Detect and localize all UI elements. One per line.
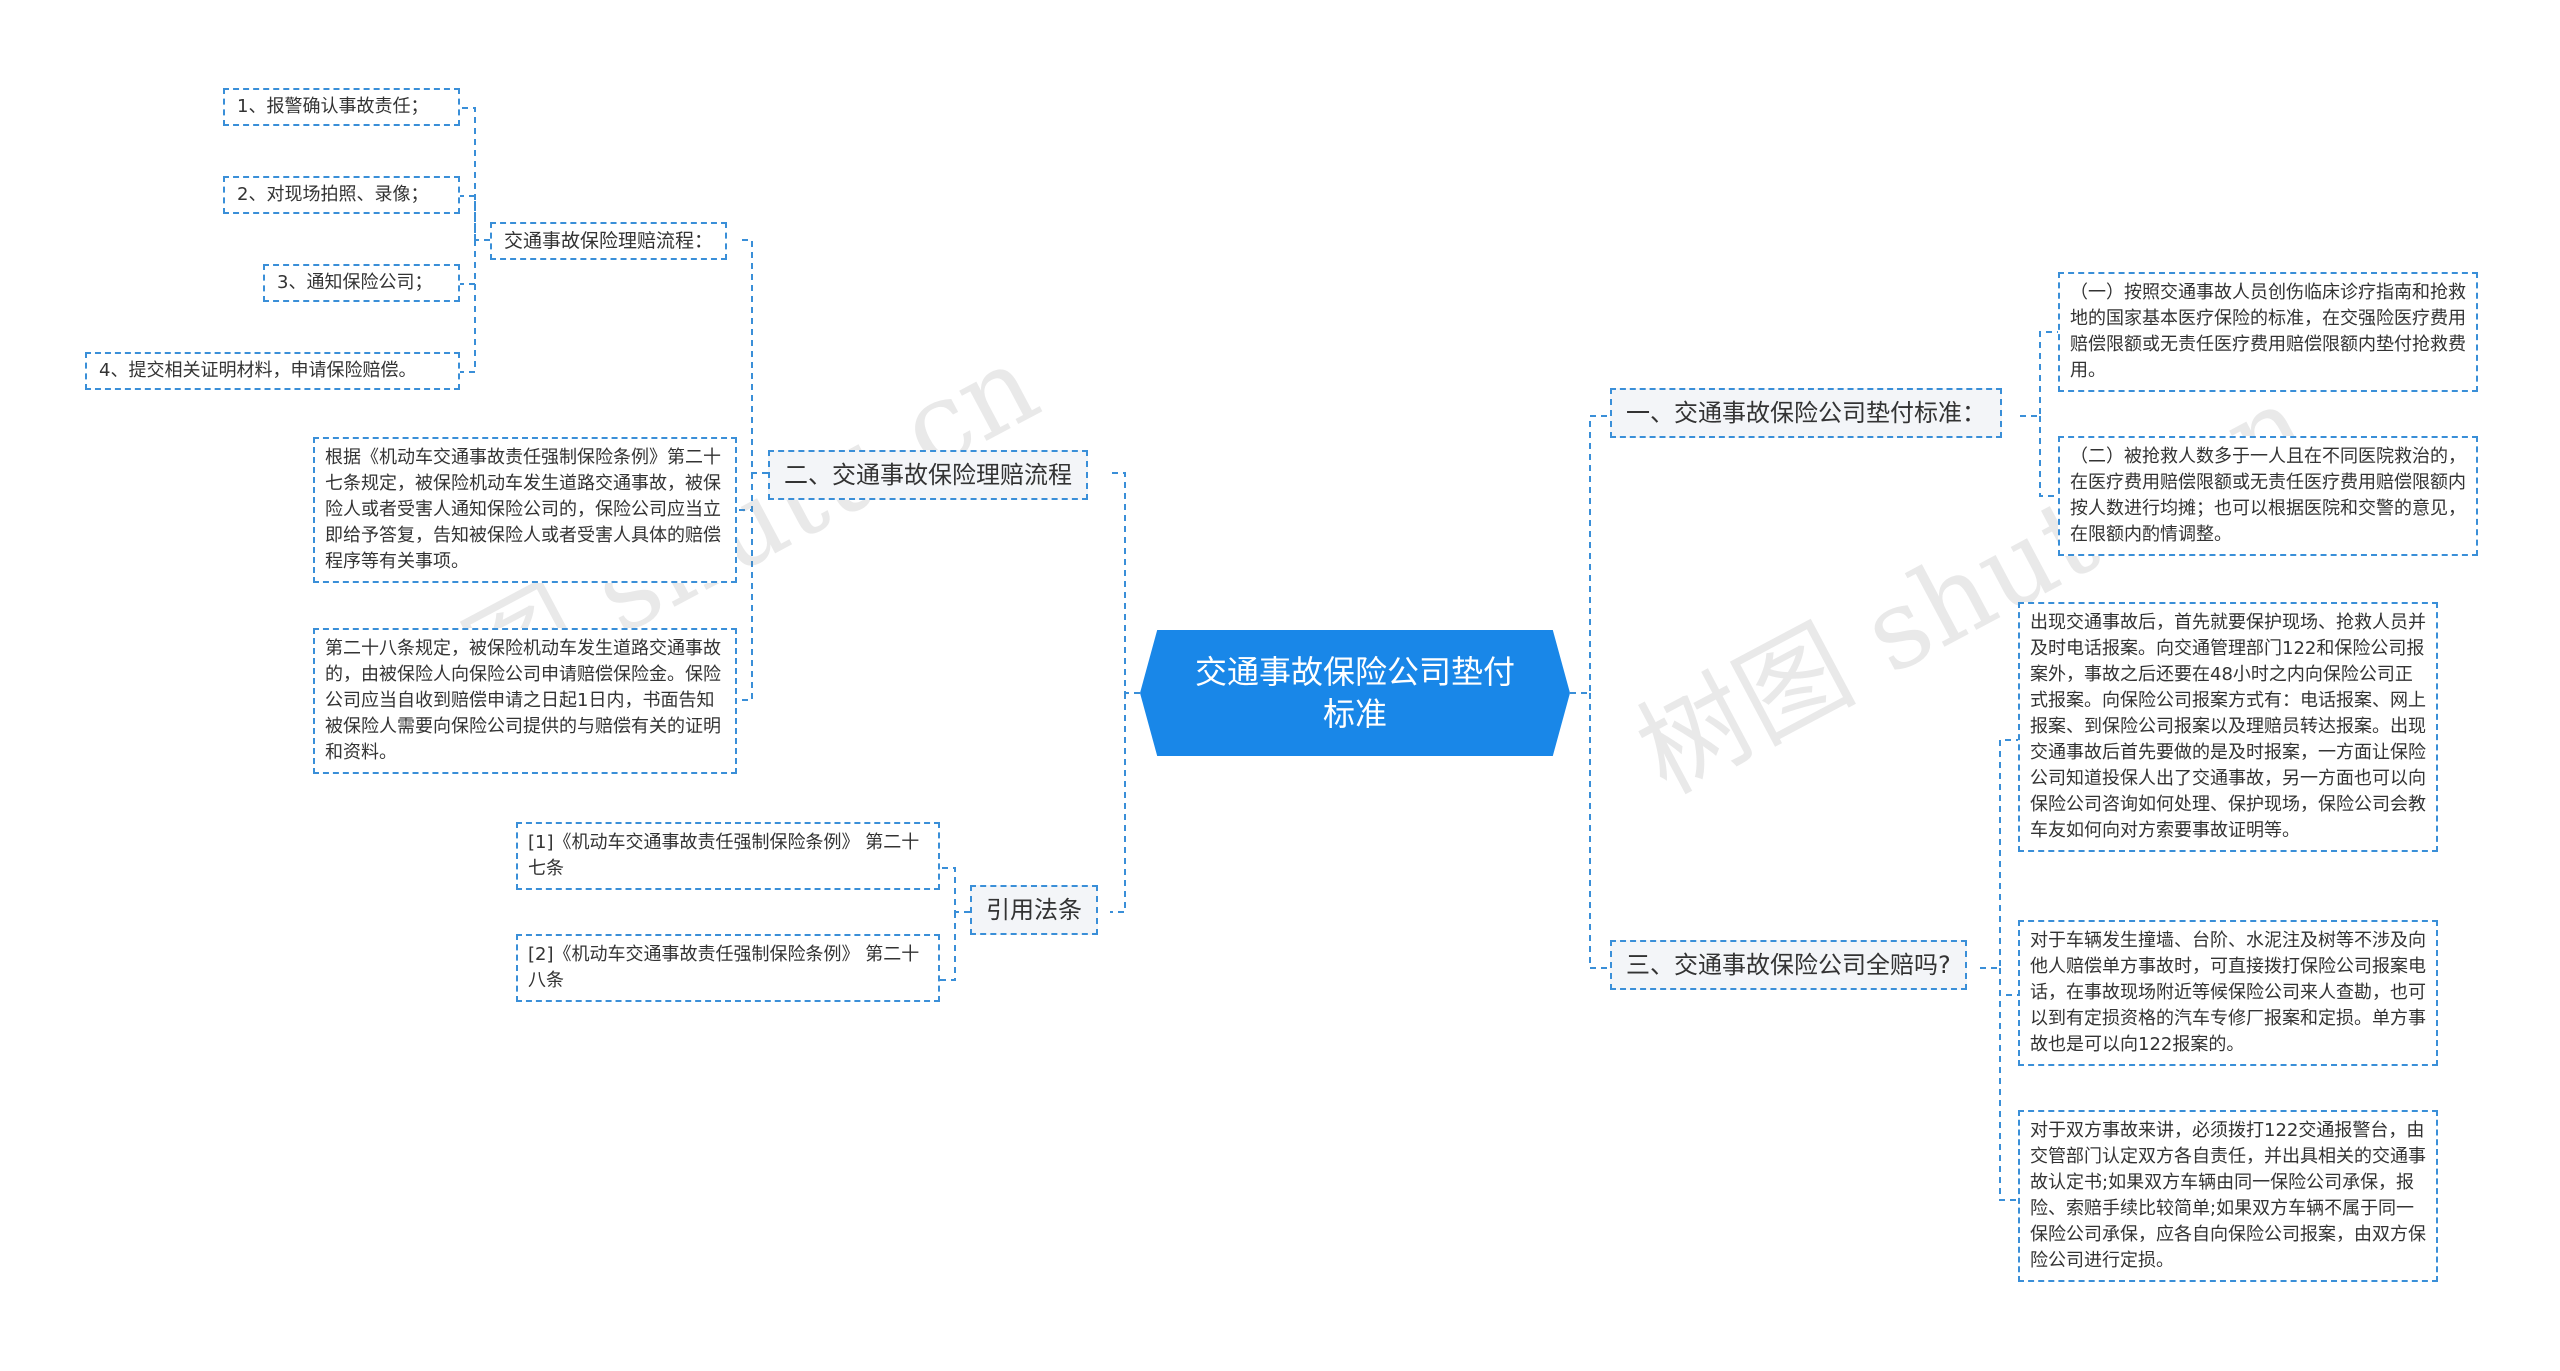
branch-full-compensation-label: 三、交通事故保险公司全赔吗? — [1626, 951, 1951, 979]
mindmap-canvas: 树图 shutu.cn 树图 shutu.cn 交通事故保险公司垫付标准 二、交… — [0, 0, 2560, 1371]
branch-full-compensation[interactable]: 三、交通事故保险公司全赔吗? — [1610, 940, 1967, 990]
step-item[interactable]: 2、对现场拍照、录像； — [223, 176, 460, 214]
regulation-paragraph-text: 根据《机动车交通事故责任强制保险条例》第二十七条规定，被保险机动车发生道路交通事… — [325, 447, 721, 572]
advance-standard-item[interactable]: （一）按照交通事故人员创伤临床诊疗指南和抢救地的国家基本医疗保险的标准，在交强险… — [2058, 272, 2478, 392]
step-item-text: 1、报警确认事故责任； — [237, 96, 429, 117]
advance-standard-item[interactable]: （二）被抢救人数多于一人且在不同医院救治的，在医疗费用赔偿限额或无责任医疗费用赔… — [2058, 436, 2478, 556]
branch-cited-laws[interactable]: 引用法条 — [970, 885, 1098, 935]
step-item-text: 2、对现场拍照、录像； — [237, 184, 429, 205]
process-node-label: 交通事故保险理赔流程： — [504, 230, 714, 252]
regulation-paragraph[interactable]: 第二十八条规定，被保险机动车发生道路交通事故的，由被保险人向保险公司申请赔偿保险… — [313, 628, 737, 774]
step-item[interactable]: 3、通知保险公司； — [263, 264, 460, 302]
cited-law-item[interactable]: [1]《机动车交通事故责任强制保险条例》 第二十七条 — [516, 822, 940, 890]
step-item[interactable]: 4、提交相关证明材料，申请保险赔偿。 — [85, 352, 460, 390]
step-item-text: 3、通知保险公司； — [277, 272, 433, 293]
advance-standard-text: （二）被抢救人数多于一人且在不同医院救治的，在医疗费用赔偿限额或无责任医疗费用赔… — [2070, 446, 2466, 545]
regulation-paragraph[interactable]: 根据《机动车交通事故责任强制保险条例》第二十七条规定，被保险机动车发生道路交通事… — [313, 437, 737, 583]
cited-law-item[interactable]: [2]《机动车交通事故责任强制保险条例》 第二十八条 — [516, 934, 940, 1002]
branch-claim-process-label: 二、交通事故保险理赔流程 — [784, 461, 1072, 489]
advance-standard-text: （一）按照交通事故人员创伤临床诊疗指南和抢救地的国家基本医疗保险的标准，在交强险… — [2070, 282, 2466, 381]
cited-law-text: [2]《机动车交通事故责任强制保险条例》 第二十八条 — [528, 944, 920, 991]
full-compensation-item[interactable]: 对于车辆发生撞墙、台阶、水泥注及树等不涉及向他人赔偿单方事故时，可直接拨打保险公… — [2018, 920, 2438, 1066]
process-node[interactable]: 交通事故保险理赔流程： — [490, 222, 728, 260]
full-compensation-text: 对于车辆发生撞墙、台阶、水泥注及树等不涉及向他人赔偿单方事故时，可直接拨打保险公… — [2030, 930, 2426, 1055]
step-item-text: 4、提交相关证明材料，申请保险赔偿。 — [99, 360, 417, 381]
branch-advance-standard-label: 一、交通事故保险公司垫付标准： — [1626, 399, 1986, 427]
regulation-paragraph-text: 第二十八条规定，被保险机动车发生道路交通事故的，由被保险人向保险公司申请赔偿保险… — [325, 638, 721, 763]
root-node[interactable]: 交通事故保险公司垫付标准 — [1140, 630, 1570, 756]
branch-claim-process[interactable]: 二、交通事故保险理赔流程 — [768, 450, 1088, 500]
cited-law-text: [1]《机动车交通事故责任强制保险条例》 第二十七条 — [528, 832, 920, 879]
root-title: 交通事故保险公司垫付标准 — [1194, 653, 1515, 733]
full-compensation-item[interactable]: 出现交通事故后，首先就要保护现场、抢救人员并及时电话报案。向交通管理部门122和… — [2018, 602, 2438, 852]
branch-advance-standard[interactable]: 一、交通事故保险公司垫付标准： — [1610, 388, 2002, 438]
branch-cited-laws-label: 引用法条 — [986, 896, 1082, 924]
full-compensation-item[interactable]: 对于双方事故来讲，必须拨打122交通报警台，由交管部门认定双方各自责任，并出具相… — [2018, 1110, 2438, 1282]
step-item[interactable]: 1、报警确认事故责任； — [223, 88, 460, 126]
full-compensation-text: 对于双方事故来讲，必须拨打122交通报警台，由交管部门认定双方各自责任，并出具相… — [2030, 1120, 2426, 1271]
full-compensation-text: 出现交通事故后，首先就要保护现场、抢救人员并及时电话报案。向交通管理部门122和… — [2030, 612, 2426, 841]
